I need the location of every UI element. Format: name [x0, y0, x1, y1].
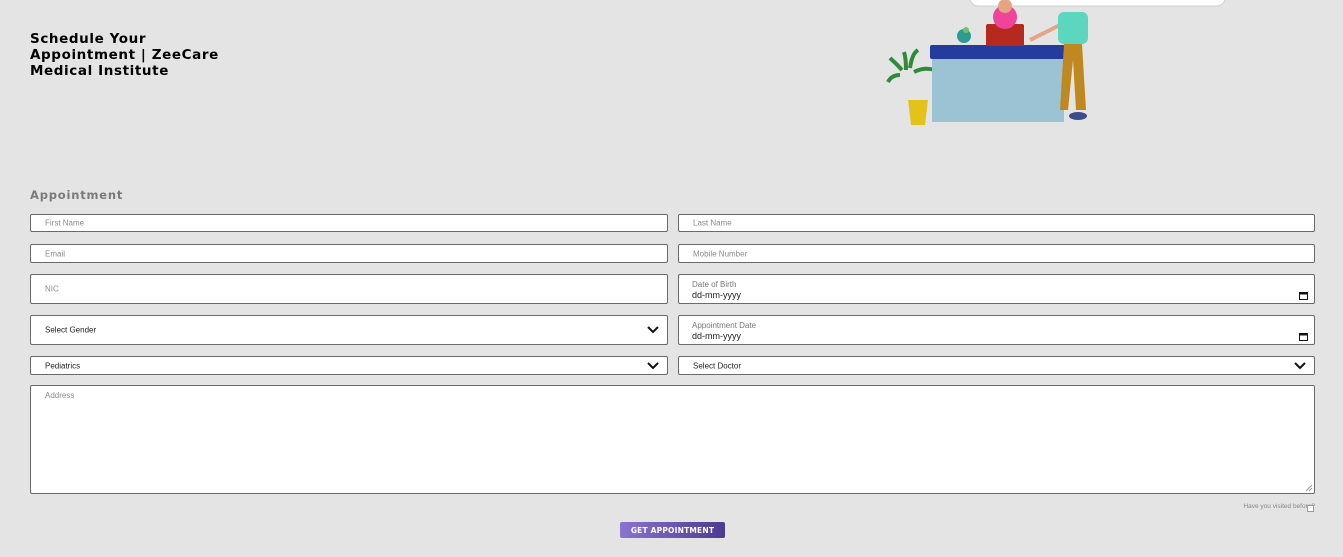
gender-select[interactable]: Select Gender [30, 315, 668, 345]
get-appointment-button[interactable]: GET APPOINTMENT [620, 522, 725, 538]
gender-selected: Select Gender [45, 325, 97, 335]
visited-before-label: Have you visited before? [1243, 503, 1315, 510]
chevron-down-icon [1294, 361, 1306, 369]
department-select[interactable]: Pediatrics [30, 356, 668, 375]
address-placeholder: Address [45, 391, 75, 400]
chevron-down-icon [647, 326, 659, 334]
appointment-date-input[interactable]: Appointment Date dd-mm-yyyy [678, 315, 1315, 345]
chevron-down-icon [647, 361, 659, 369]
email-input[interactable]: Email [30, 244, 668, 263]
date-of-birth-value: dd-mm-yyyy [692, 290, 741, 300]
appointment-heading: Appointment [30, 188, 124, 202]
email-placeholder: Email [45, 249, 66, 258]
first-name-input[interactable]: First Name [30, 214, 668, 232]
department-selected: Pediatrics [45, 361, 81, 370]
last-name-placeholder: Last Name [693, 218, 732, 228]
mobile-number-placeholder: Mobile Number [693, 249, 748, 258]
resize-handle-icon[interactable] [1305, 484, 1313, 492]
visited-before-checkbox[interactable] [1307, 505, 1314, 512]
nic-input[interactable]: NIC [30, 274, 668, 304]
first-name-placeholder: First Name [45, 218, 85, 228]
reception-desk-illustration [886, 0, 1226, 125]
calendar-icon[interactable] [1299, 333, 1308, 341]
doctor-select[interactable]: Select Doctor [678, 356, 1315, 375]
page-title: Schedule Your Appointment | ZeeCare Medi… [30, 31, 219, 79]
appointment-date-value: dd-mm-yyyy [692, 331, 741, 341]
date-of-birth-label: Date of Birth [692, 280, 737, 289]
nic-placeholder: NIC [45, 284, 59, 294]
address-textarea[interactable]: Address [30, 385, 1315, 494]
date-of-birth-input[interactable]: Date of Birth dd-mm-yyyy [678, 274, 1315, 304]
last-name-input[interactable]: Last Name [678, 214, 1315, 232]
doctor-selected: Select Doctor [693, 361, 742, 370]
mobile-number-input[interactable]: Mobile Number [678, 244, 1315, 263]
appointment-date-label: Appointment Date [692, 321, 757, 330]
calendar-icon[interactable] [1299, 292, 1308, 300]
